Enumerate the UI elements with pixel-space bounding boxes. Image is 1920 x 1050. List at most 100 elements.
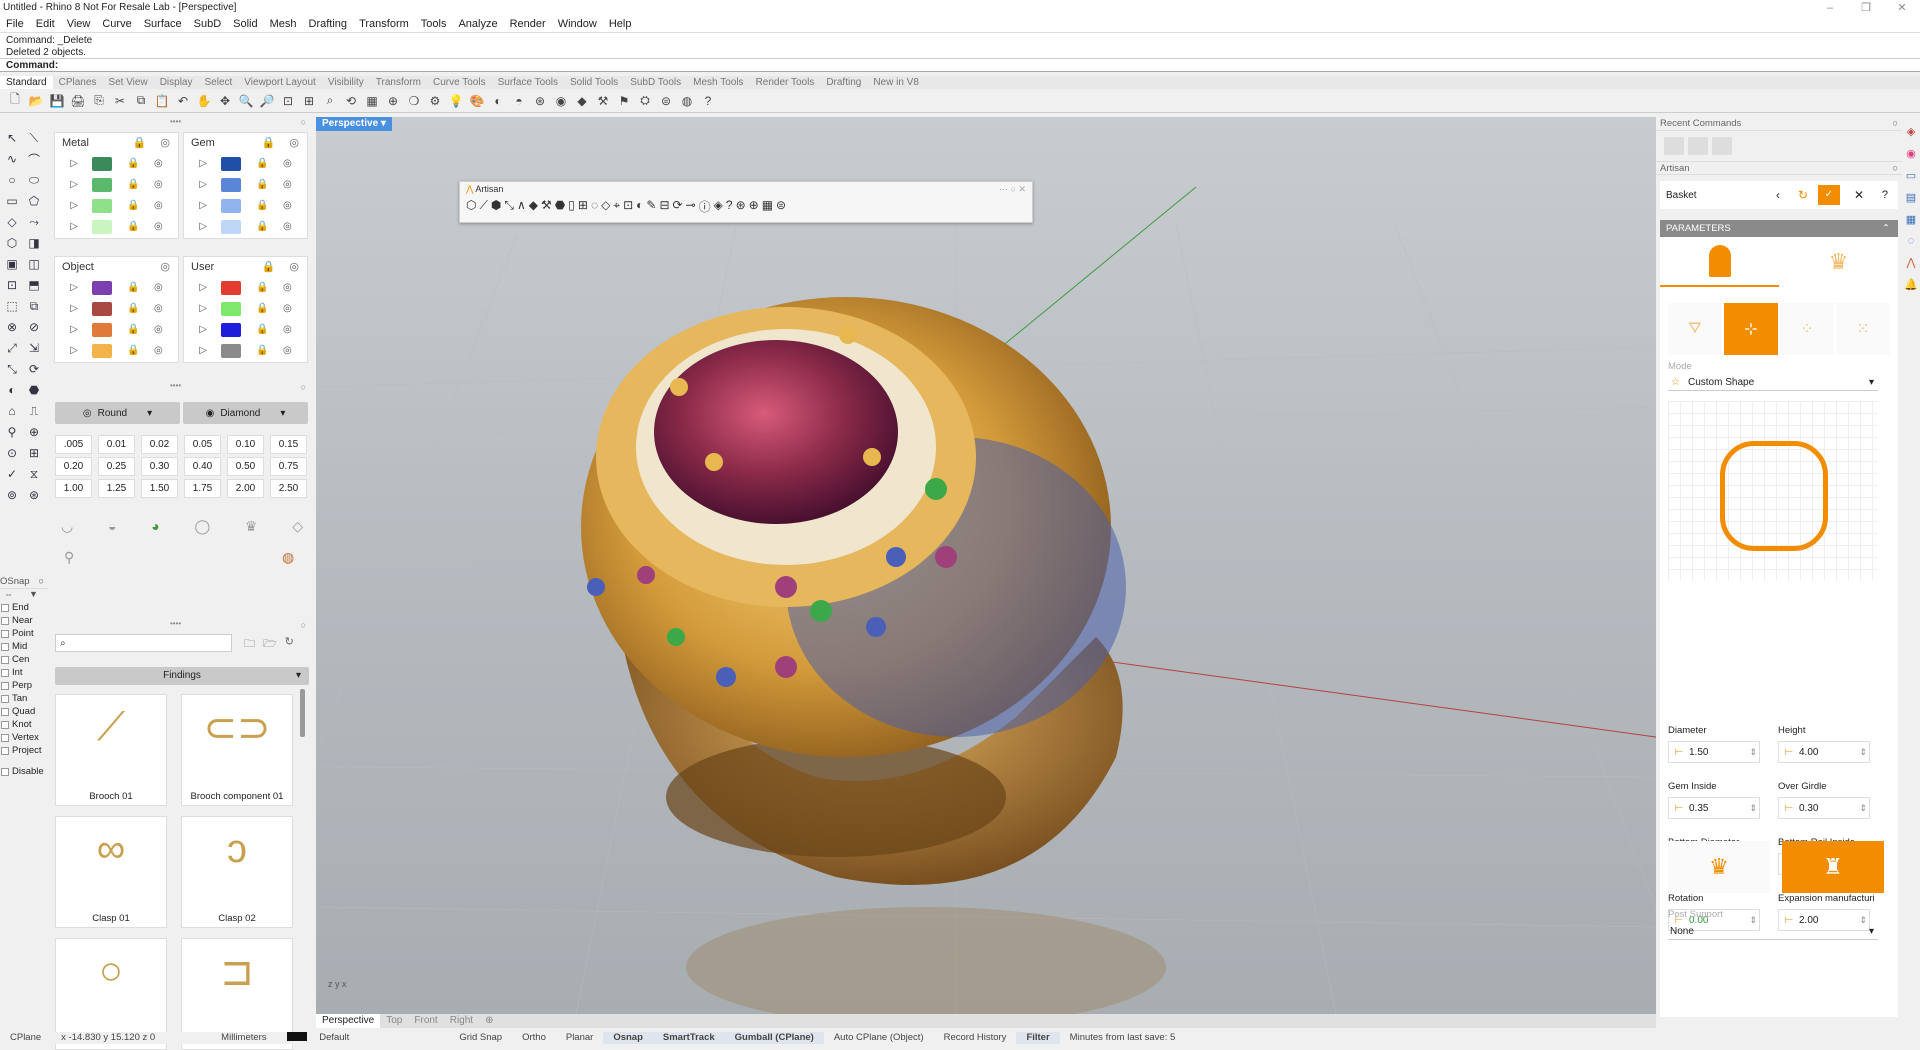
recent-command-slot[interactable] (1688, 137, 1708, 155)
visibility-icon[interactable]: ◎ (160, 257, 170, 277)
layers-icon[interactable]: ▤ (1906, 191, 1916, 204)
minimize-button[interactable]: – (1812, 0, 1848, 16)
tool-icon[interactable]: ⊛ (24, 485, 44, 505)
ring-icon[interactable]: ◯ (194, 518, 210, 548)
triangle-layout-icon[interactable]: ⛛ (1668, 303, 1722, 355)
lock-icon[interactable]: 🔒 (256, 282, 268, 293)
artisan-tool-icon[interactable]: ◐ (636, 198, 643, 215)
menu-surface[interactable]: Surface (138, 16, 188, 32)
visibility-icon[interactable]: ◎ (154, 179, 163, 190)
menu-mesh[interactable]: Mesh (264, 16, 303, 32)
viewport-tab-right[interactable]: Right (444, 1014, 479, 1028)
refresh-icon[interactable]: ↻ (1798, 188, 1808, 202)
crown-icon[interactable]: ♛ (245, 518, 258, 548)
tool-icon[interactable]: ▭ (2, 191, 22, 211)
artisan-tool-icon[interactable]: ⓘ (699, 198, 711, 215)
layer-color-swatch[interactable] (92, 280, 113, 295)
menu-view[interactable]: View (61, 16, 97, 32)
layer-row[interactable]: ▷ 🔒 ◎ (184, 153, 307, 174)
lock-icon[interactable]: 🔒 (127, 282, 139, 293)
lock-icon[interactable]: 🔒 (262, 257, 276, 277)
tab-visibility[interactable]: Visibility (322, 76, 370, 89)
play-icon[interactable]: ▷ (199, 179, 207, 190)
basket-style-1[interactable]: ♛ (1668, 841, 1770, 893)
visibility-icon[interactable]: ◎ (289, 257, 299, 277)
tab-surface-tools[interactable]: Surface Tools (492, 76, 564, 89)
layer-color-swatch[interactable] (221, 198, 242, 213)
gem-size-button[interactable]: 0.05 (184, 435, 221, 454)
parameters-header[interactable]: PARAMETERS ⌃ (1660, 220, 1898, 237)
close-icon[interactable]: ○ (1892, 117, 1898, 130)
toolbar-icon[interactable]: ⛭ (636, 92, 654, 110)
layer-color-swatch[interactable] (92, 177, 113, 192)
toolbar-icon[interactable]: ⊡ (279, 92, 297, 110)
osnap-vertex[interactable]: Vertex (0, 731, 48, 744)
perspective-viewport[interactable]: z y x (316, 117, 1656, 1014)
tool-icon[interactable]: ⇲ (24, 338, 44, 358)
artisan-tool-icon[interactable]: ⊕ (749, 198, 759, 215)
visibility-icon[interactable]: ◎ (154, 158, 163, 169)
layer-row[interactable]: ▷ 🔒 ◎ (55, 298, 178, 319)
visibility-icon[interactable]: ◎ (283, 158, 292, 169)
osnap-quad[interactable]: Quad (0, 705, 48, 718)
toolbar-icon[interactable]: ✥ (216, 92, 234, 110)
artisan-tool-icon[interactable]: ⊞ (578, 198, 588, 215)
osnap-disable[interactable]: Disable (0, 765, 48, 778)
hexagon-layout-icon[interactable]: ⁙ (1836, 303, 1890, 355)
status-toggle-smarttrack[interactable]: SmartTrack (652, 1032, 725, 1044)
layer-color-swatch[interactable] (221, 322, 242, 337)
basket-style-2[interactable]: ♜ (1782, 841, 1884, 893)
visibility-icon[interactable]: ◎ (154, 324, 163, 335)
status-toggle-ortho[interactable]: Ortho (512, 1032, 556, 1044)
toolbar-window-controls[interactable]: ⋯ ○ ✕ (999, 182, 1026, 196)
custom-shape-outline[interactable] (1720, 441, 1828, 551)
toolbar-icon[interactable]: ◓ (510, 92, 528, 110)
tool-icon[interactable]: ◇ (2, 212, 22, 232)
gem-size-button[interactable]: 1.50 (141, 479, 178, 498)
tool-icon[interactable]: ⊡ (2, 275, 22, 295)
drag-handle[interactable]: •••• (170, 381, 181, 390)
gem-shape-round-dropdown[interactable]: ◎ Round ▾ (55, 402, 180, 424)
toolbar-icon[interactable]: ? (699, 92, 717, 110)
toolbar-icon[interactable]: ◉ (552, 92, 570, 110)
visibility-icon[interactable]: ◎ (154, 221, 163, 232)
visibility-icon[interactable]: ◎ (154, 200, 163, 211)
tool-icon[interactable]: ⊚ (2, 485, 22, 505)
tool-icon[interactable]: ⤡ (2, 359, 22, 379)
play-icon[interactable]: ▷ (70, 158, 78, 169)
artisan-tool-icon[interactable]: ◇ (601, 198, 610, 215)
tool-icon[interactable]: ⤳ (24, 212, 44, 232)
play-icon[interactable]: ▷ (199, 221, 207, 232)
play-icon[interactable]: ▷ (199, 200, 207, 211)
artisan-tool-icon[interactable]: ⊸ (686, 198, 696, 215)
stepper-icon[interactable]: ⇕ (1859, 803, 1867, 814)
lock-icon[interactable]: 🔒 (262, 133, 276, 153)
lock-icon[interactable]: 🔒 (256, 200, 268, 211)
menu-edit[interactable]: Edit (30, 16, 61, 32)
units[interactable]: Millimeters (211, 1032, 276, 1044)
cplane-label[interactable]: CPlane (0, 1032, 51, 1044)
lock-icon[interactable]: 🔒 (256, 158, 268, 169)
tab-cplanes[interactable]: CPlanes (53, 76, 103, 89)
toolbar-icon[interactable]: 🎨 (468, 92, 486, 110)
tool-icon[interactable]: ⬣ (24, 380, 44, 400)
visibility-icon[interactable]: ◎ (289, 133, 299, 153)
confirm-button[interactable]: ✓ (1818, 185, 1840, 205)
stepper-icon[interactable]: ⇕ (1749, 747, 1757, 758)
close-button[interactable]: ✕ (1884, 0, 1920, 16)
menu-help[interactable]: Help (603, 16, 638, 32)
library-item[interactable]: ⟋ Brooch 01 (55, 694, 167, 806)
menu-subd[interactable]: SubD (188, 16, 228, 32)
gem-size-button[interactable]: 1.25 (98, 479, 135, 498)
menu-transform[interactable]: Transform (353, 16, 415, 32)
toolbar-icon[interactable]: ◆ (573, 92, 591, 110)
tab-solid-tools[interactable]: Solid Tools (564, 76, 624, 89)
tool-icon[interactable]: ✓ (2, 464, 22, 484)
tool-icon[interactable]: ○ (2, 170, 22, 190)
layer-color-swatch[interactable] (92, 301, 113, 316)
param-input[interactable]: ⊢ 4.00 ⇕ (1778, 741, 1870, 763)
menu-tools[interactable]: Tools (415, 16, 453, 32)
tab-mesh-tools[interactable]: Mesh Tools (687, 76, 749, 89)
visibility-icon[interactable]: ◎ (160, 133, 170, 153)
tab-transform[interactable]: Transform (370, 76, 427, 89)
